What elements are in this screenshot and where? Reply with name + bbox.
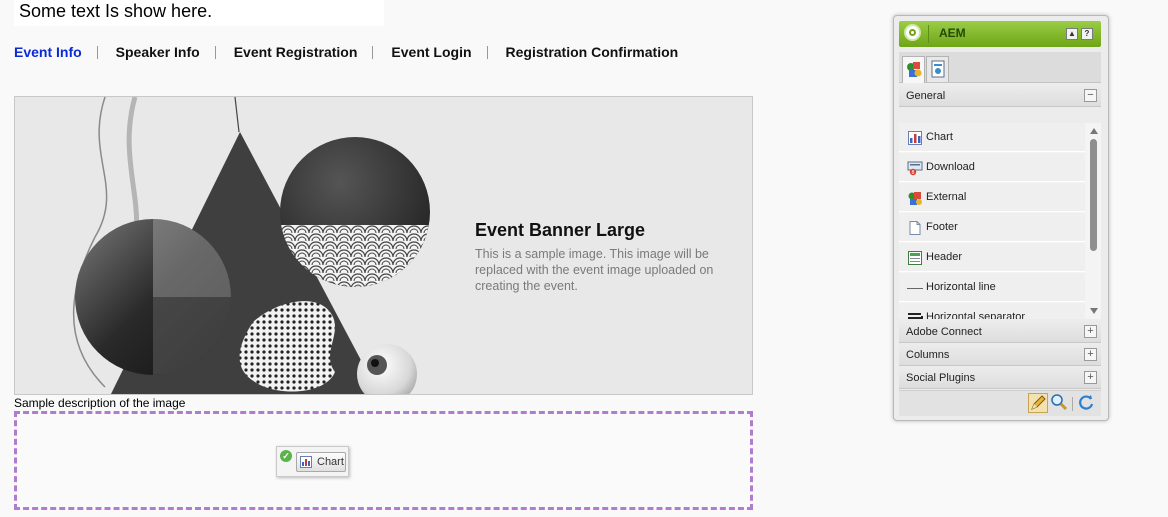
nav-event-registration[interactable]: Event Registration: [234, 44, 358, 60]
nav-separator: [372, 45, 374, 59]
component-label: Horizontal separator: [926, 311, 1026, 319]
pencil-glyph: [1031, 395, 1046, 410]
component-footer[interactable]: Footer: [899, 213, 1085, 242]
refresh-icon[interactable]: [1077, 393, 1097, 413]
page-icon: [931, 60, 945, 78]
nav-event-info[interactable]: Event Info: [14, 44, 82, 60]
refresh-glyph: [1079, 395, 1094, 410]
tab-components[interactable]: [902, 56, 925, 83]
external-icon: [908, 192, 922, 205]
chart-icon: [908, 131, 922, 145]
section-label: Social Plugins: [906, 372, 976, 384]
component-label: Download: [926, 161, 975, 173]
section-label: Adobe Connect: [906, 326, 982, 338]
help-icon[interactable]: ?: [1081, 28, 1093, 40]
horizontal-separator-icon: [908, 313, 923, 319]
banner-text: This is a sample image. This image will …: [475, 247, 714, 293]
collapse-icon[interactable]: ▲: [1066, 28, 1078, 40]
component-label: External: [926, 191, 967, 203]
chart-component-button[interactable]: Chart: [296, 452, 346, 472]
nav-separator: [214, 45, 216, 59]
component-drop-zone[interactable]: [14, 411, 753, 510]
section-label: Columns: [906, 349, 950, 361]
section-general[interactable]: General −: [899, 85, 1101, 107]
component-list: Chart 8 Download External Footer Header …: [899, 123, 1101, 319]
nav-speaker-info[interactable]: Speaker Info: [116, 44, 200, 60]
banner-title: Event Banner Large: [475, 220, 646, 240]
component-header[interactable]: Header: [899, 243, 1085, 272]
component-download[interactable]: 8 Download: [899, 153, 1085, 182]
sidekick-header[interactable]: AEM ▲ ?: [899, 21, 1101, 47]
chart-icon: [300, 456, 312, 468]
download-icon: 8: [907, 161, 923, 176]
sidekick-title: AEM: [939, 26, 966, 40]
header-icon: [908, 251, 922, 265]
component-list-scrollbar[interactable]: [1086, 123, 1101, 319]
scroll-thumb[interactable]: [1090, 139, 1097, 251]
image-description: Sample description of the image: [14, 396, 186, 410]
nav-registration-confirmation[interactable]: Registration Confirmation: [506, 44, 679, 60]
aem-sidekick: AEM ▲ ? General − Chart 8 Download Exter…: [893, 15, 1109, 421]
component-horizontal-separator[interactable]: Horizontal separator: [899, 303, 1085, 319]
section-adobe-connect[interactable]: Adobe Connect +: [899, 321, 1101, 343]
sidekick-tabs: [899, 52, 1101, 83]
nav-separator: [96, 45, 98, 59]
component-chart[interactable]: Chart: [899, 123, 1085, 152]
horizontal-line-icon: [907, 288, 923, 289]
nav-event-login[interactable]: Event Login: [391, 44, 471, 60]
nav-separator: [486, 45, 488, 59]
svg-text:8: 8: [911, 170, 914, 176]
sidekick-footer: [899, 390, 1101, 416]
event-banner: Event Banner Large This is a sample imag…: [14, 96, 753, 395]
expand-section-icon[interactable]: +: [1084, 325, 1097, 338]
magnifier-glyph: [1051, 394, 1068, 411]
component-label: Header: [926, 251, 963, 263]
expand-section-icon[interactable]: +: [1084, 371, 1097, 384]
component-label: Footer: [926, 221, 958, 233]
top-text: Some text Is show here.: [14, 0, 384, 26]
aem-logo-icon: [904, 24, 921, 41]
tab-page[interactable]: [926, 56, 949, 82]
preview-icon[interactable]: [1050, 393, 1070, 413]
scroll-down-icon[interactable]: [1090, 308, 1098, 314]
event-nav: Event Info Speaker Info Event Registrati…: [14, 43, 678, 61]
components-icon: [907, 62, 922, 77]
component-label: Horizontal line: [926, 281, 996, 293]
footer-divider: [1072, 397, 1073, 411]
collapse-section-icon[interactable]: −: [1084, 89, 1097, 102]
chart-component-label: Chart: [317, 456, 344, 468]
section-social-plugins[interactable]: Social Plugins +: [899, 367, 1101, 389]
section-columns[interactable]: Columns +: [899, 344, 1101, 366]
dragged-chart-component[interactable]: ✓ Chart: [276, 446, 349, 477]
component-label: Chart: [926, 131, 953, 143]
component-external[interactable]: External: [899, 183, 1085, 212]
header-divider: [928, 25, 929, 43]
scroll-up-icon[interactable]: [1090, 128, 1098, 134]
component-horizontal-line[interactable]: Horizontal line: [899, 273, 1085, 302]
footer-icon: [909, 221, 921, 235]
expand-section-icon[interactable]: +: [1084, 348, 1097, 361]
edit-icon[interactable]: [1028, 393, 1048, 413]
check-icon: ✓: [280, 450, 292, 462]
section-label: General: [906, 90, 946, 102]
